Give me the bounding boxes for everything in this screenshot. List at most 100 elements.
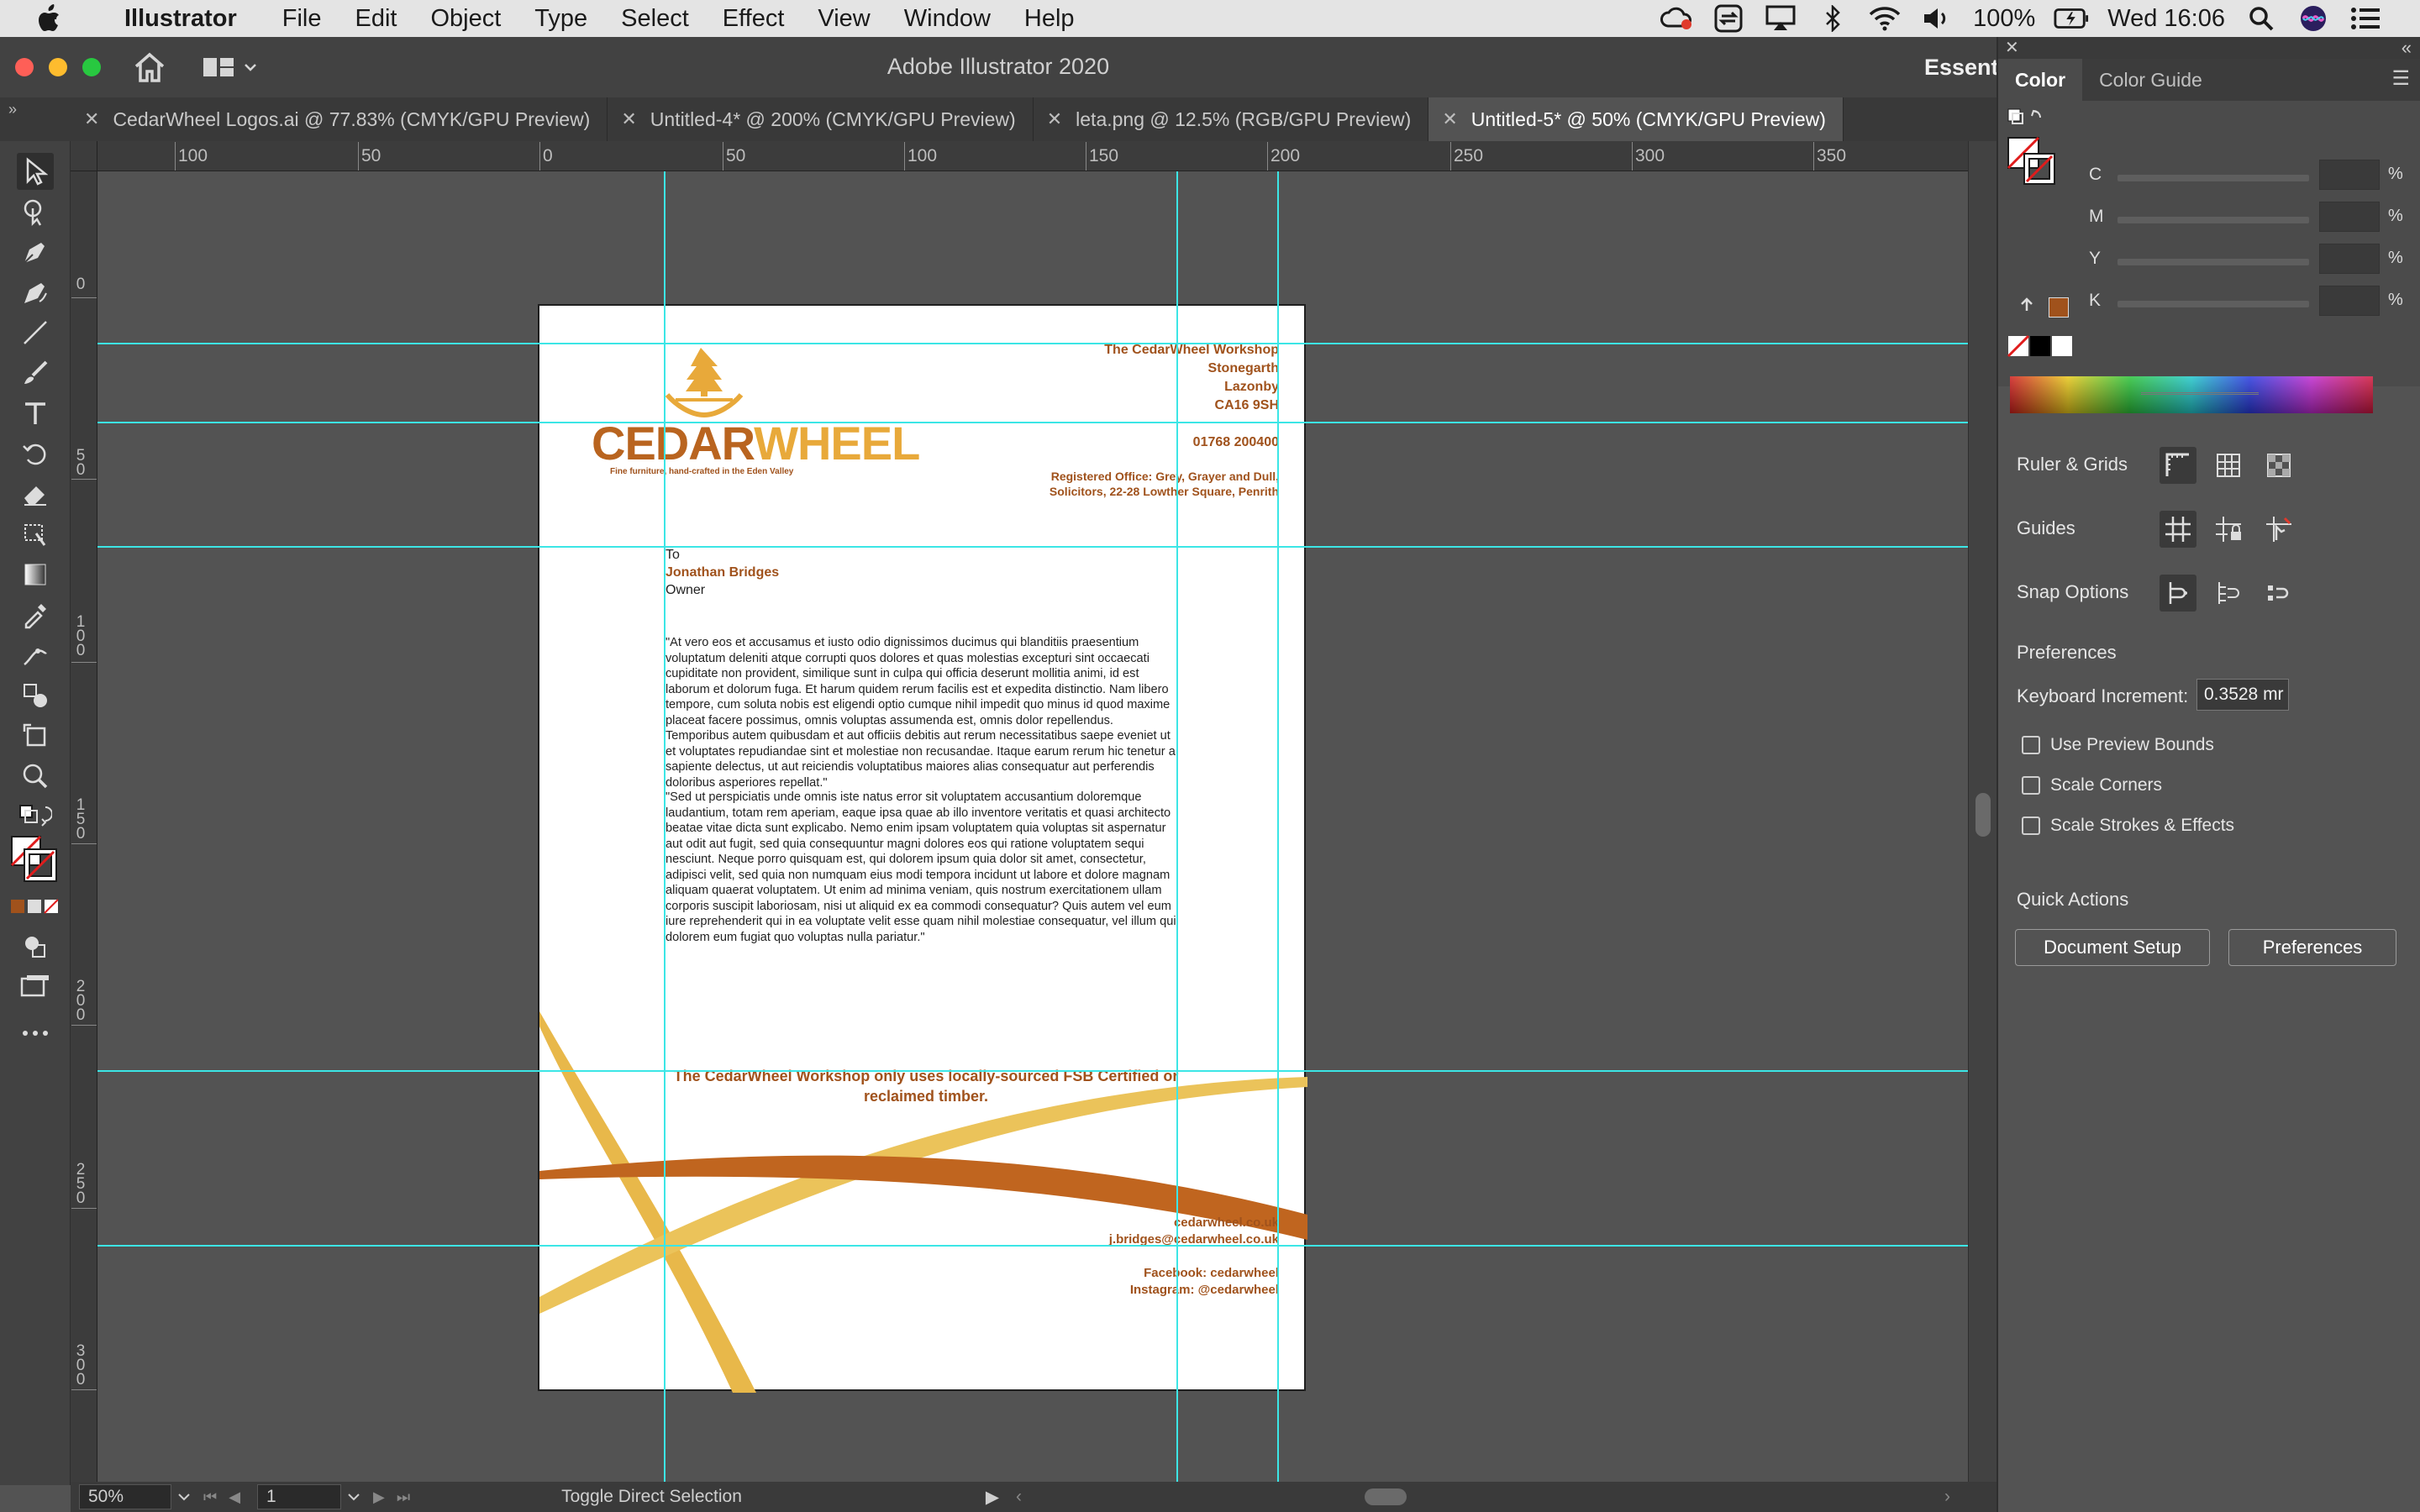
more-tools-icon[interactable] (17, 1015, 54, 1052)
yellow-input[interactable] (2319, 244, 2380, 274)
smart-guides-icon[interactable] (2260, 511, 2297, 548)
menu-window[interactable]: Window (887, 5, 1007, 33)
rotate-tool-icon[interactable] (17, 435, 54, 472)
tab-leta-png[interactable]: ✕ leta.png @ 12.5% (RGB/GPU Preview) (1033, 97, 1429, 141)
window-minimize-button[interactable] (49, 58, 67, 76)
show-grid-icon[interactable] (2210, 447, 2247, 484)
preferences-button[interactable]: Preferences (2228, 929, 2396, 966)
free-transform-tool-icon[interactable] (17, 516, 54, 553)
tab-color-guide[interactable]: Color Guide (2082, 59, 2219, 101)
vertical-guide[interactable] (1176, 171, 1178, 1482)
canvas-area[interactable]: CEDARWHEEL Fine furniture, hand-crafted … (97, 171, 1968, 1482)
cyan-slider[interactable] (2118, 175, 2309, 181)
registered-office[interactable]: Registered Office: Grey, Grayer and Dull… (1050, 469, 1279, 499)
collapse-panel-icon[interactable]: « (2402, 37, 2412, 59)
menu-select[interactable]: Select (604, 5, 706, 33)
scrollbar-thumb[interactable] (1975, 793, 1991, 837)
horizontal-guide[interactable] (97, 422, 1968, 423)
vertical-scrollbar[interactable] (1968, 141, 1996, 1482)
magenta-slider[interactable] (2118, 217, 2309, 223)
vertical-ruler[interactable]: 0 50 100 150 200 250 300 (71, 171, 97, 1482)
phone-number[interactable]: 01768 200400 (1193, 433, 1279, 452)
cedar-tree-logo-icon[interactable] (664, 348, 744, 420)
magic-wand-tool-icon[interactable] (17, 193, 54, 230)
menu-file[interactable]: File (266, 5, 339, 33)
scroll-right-icon[interactable]: › (1944, 1487, 1950, 1507)
transparency-grid-icon[interactable] (2260, 447, 2297, 484)
tab-untitled-4[interactable]: ✕ Untitled-4* @ 200% (CMYK/GPU Preview) (608, 97, 1034, 141)
logo-tagline[interactable]: Fine furniture, hand-crafted in the Eden… (610, 467, 793, 476)
fill-stroke-swatch[interactable] (8, 833, 59, 884)
horizontal-guide[interactable] (97, 343, 1968, 344)
chevron-down-icon[interactable] (346, 1492, 361, 1502)
blend-tool-icon[interactable] (17, 677, 54, 714)
body-paragraph-1[interactable]: "At vero eos et accusamus et iusto odio … (666, 635, 1180, 790)
airplay-icon[interactable] (1763, 3, 1798, 34)
out-of-gamut-warning-icon[interactable] (2018, 297, 2035, 314)
scale-corners-checkbox[interactable]: Scale Corners (2022, 773, 2162, 798)
eyedropper-tool-icon[interactable] (17, 596, 54, 633)
menu-app-name[interactable]: Illustrator (94, 5, 266, 33)
arrange-documents-button[interactable] (202, 50, 260, 84)
draw-mode-icon[interactable] (17, 927, 54, 964)
spotlight-search-icon[interactable] (2244, 3, 2279, 34)
horizontal-ruler[interactable]: 100 50 0 50 100 150 200 250 300 350 (97, 141, 1968, 171)
logo-wordmark[interactable]: CEDARWHEEL (592, 420, 920, 467)
eraser-tool-icon[interactable] (17, 475, 54, 512)
ruler-origin[interactable] (71, 141, 97, 171)
last-color-swatch[interactable] (2049, 297, 2069, 318)
checkbox-box[interactable] (2022, 816, 2040, 835)
snap-to-grid-icon[interactable] (2210, 575, 2247, 612)
contact-block[interactable]: cedarwheel.co.uk j.bridges@cedarwheel.co… (1109, 1215, 1279, 1299)
menu-edit[interactable]: Edit (338, 5, 413, 33)
timber-statement[interactable]: The CedarWheel Workshop only uses locall… (657, 1066, 1195, 1106)
black-input[interactable] (2319, 286, 2380, 316)
document-setup-button[interactable]: Document Setup (2015, 929, 2210, 966)
volume-icon[interactable] (1919, 3, 1954, 34)
horizontal-guide[interactable] (97, 1245, 1968, 1247)
wifi-icon[interactable] (1867, 3, 1902, 34)
menu-type[interactable]: Type (518, 5, 604, 33)
vertical-guide[interactable] (664, 171, 666, 1482)
close-icon[interactable]: ✕ (84, 108, 99, 130)
workspace-switcher[interactable]: Essentials (1897, 37, 1996, 97)
zoom-level-field[interactable]: 50% (79, 1484, 171, 1509)
keyboard-increment-input[interactable]: 0.3528 mr (2196, 679, 2289, 711)
body-paragraph-2[interactable]: "Sed ut perspiciatis unde omnis iste nat… (666, 790, 1180, 945)
horizontal-scrollbar-thumb[interactable] (1365, 1488, 1407, 1505)
clock[interactable]: Wed 16:06 (2107, 5, 2225, 33)
chevron-down-icon[interactable] (176, 1492, 192, 1502)
address-block[interactable]: The CedarWheel Workshop Stonegarth Lazon… (1104, 341, 1279, 415)
pen-tool-icon[interactable] (17, 234, 54, 270)
status-text[interactable]: Toggle Direct Selection (561, 1487, 742, 1507)
window-close-button[interactable] (15, 58, 34, 76)
next-artboard-icon[interactable]: ▶ (373, 1488, 385, 1506)
siri-icon[interactable] (2296, 3, 2331, 34)
menu-effect[interactable]: Effect (706, 5, 802, 33)
artboard-number-field[interactable]: 1 (257, 1484, 342, 1509)
window-zoom-button[interactable] (82, 58, 101, 76)
horizontal-guide[interactable] (97, 1070, 1968, 1072)
scroll-left-icon[interactable]: ‹ (1016, 1487, 1022, 1507)
close-icon[interactable]: ✕ (1442, 108, 1457, 130)
color-spectrum[interactable] (2010, 376, 2373, 413)
black-slider[interactable] (2118, 301, 2309, 307)
status-menu-arrow-icon[interactable]: ▶ (986, 1487, 999, 1508)
line-segment-tool-icon[interactable] (17, 314, 54, 351)
checkbox-box[interactable] (2022, 776, 2040, 795)
battery-icon[interactable] (2054, 3, 2089, 34)
gradient-tool-icon[interactable] (17, 556, 54, 593)
lock-guides-icon[interactable] (2210, 511, 2247, 548)
tab-untitled-5[interactable]: ✕ Untitled-5* @ 50% (CMYK/GPU Preview) (1428, 97, 1844, 141)
swap-fill-stroke-icon[interactable] (17, 796, 54, 833)
tab-cedarwheel-logos[interactable]: ✕ CedarWheel Logos.ai @ 77.83% (CMYK/GPU… (71, 97, 608, 141)
apple-icon[interactable] (32, 2, 66, 35)
menu-help[interactable]: Help (1007, 5, 1092, 33)
color-mode-buttons[interactable] (8, 889, 59, 926)
bluetooth-icon[interactable] (1815, 3, 1850, 34)
collapse-toolbar-icon[interactable]: » (0, 97, 71, 141)
snap-to-point-icon[interactable] (2160, 575, 2196, 612)
tab-color[interactable]: Color (1998, 59, 2083, 101)
close-icon[interactable]: ✕ (2005, 37, 2019, 58)
magenta-input[interactable] (2319, 202, 2380, 232)
